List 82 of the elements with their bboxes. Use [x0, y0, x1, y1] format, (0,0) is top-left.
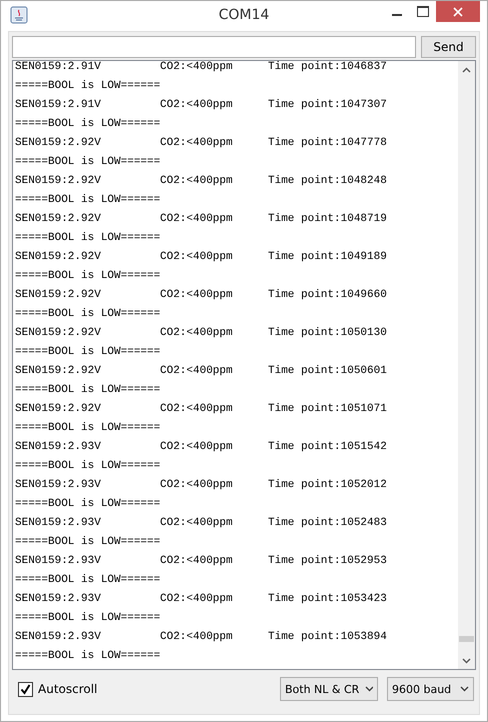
window-title: COM14 — [218, 7, 270, 23]
autoscroll-checkbox[interactable] — [18, 682, 33, 696]
sensor-reading: SEN0159:2.91V — [15, 99, 102, 111]
sensor-reading: SEN0159:2.92V — [15, 289, 102, 301]
co2-reading: CO2:<400ppm — [160, 441, 234, 453]
status-message: =====BOOL is LOW====== — [15, 460, 160, 472]
co2-reading: CO2:<400ppm — [160, 631, 234, 643]
status-message: =====BOOL is LOW====== — [15, 650, 160, 662]
co2-reading: CO2:<400ppm — [160, 289, 234, 301]
status-message: =====BOOL is LOW====== — [15, 270, 160, 282]
sensor-reading: SEN0159:2.92V — [15, 213, 102, 225]
status-message: =====BOOL is LOW====== — [15, 118, 160, 130]
caret-icon — [365, 686, 373, 692]
time-point: Time point:1051071 — [268, 403, 388, 415]
close-icon — [453, 6, 463, 16]
co2-reading: CO2:<400ppm — [160, 365, 234, 377]
co2-reading: CO2:<400ppm — [160, 213, 234, 225]
status-message: =====BOOL is LOW====== — [15, 232, 160, 244]
baud-rate-dropdown[interactable]: 9600 baud — [387, 677, 474, 701]
sensor-reading: SEN0159:2.92V — [15, 327, 102, 339]
status-message: =====BOOL is LOW====== — [15, 536, 160, 548]
autoscroll-label: Autoscroll — [38, 682, 98, 696]
time-point: Time point:1049660 — [268, 289, 388, 301]
minimize-icon — [392, 14, 402, 16]
send-field[interactable] — [12, 36, 416, 58]
sensor-reading: SEN0159:2.93V — [15, 441, 102, 453]
co2-reading: CO2:<400ppm — [160, 137, 234, 149]
co2-reading: CO2:<400ppm — [160, 175, 234, 187]
co2-reading: CO2:<400ppm — [160, 479, 234, 491]
time-point: Time point:1048248 — [268, 175, 388, 187]
sensor-reading: SEN0159:2.93V — [15, 479, 102, 491]
time-point: Time point:1046837 — [268, 61, 388, 73]
sensor-reading: SEN0159:2.92V — [15, 175, 102, 187]
app-icon — [10, 6, 28, 24]
time-point: Time point:1047307 — [268, 99, 388, 111]
time-point: Time point:1051542 — [268, 441, 388, 453]
status-message: =====BOOL is LOW====== — [15, 384, 160, 396]
maximize-icon — [417, 6, 429, 17]
co2-reading: CO2:<400ppm — [160, 327, 234, 339]
sensor-reading: SEN0159:2.92V — [15, 403, 102, 415]
sensor-reading: SEN0159:2.92V — [15, 251, 102, 263]
time-point: Time point:1052483 — [268, 517, 388, 529]
sensor-reading: SEN0159:2.93V — [15, 517, 102, 529]
co2-reading: CO2:<400ppm — [160, 517, 234, 529]
co2-reading: CO2:<400ppm — [160, 555, 234, 567]
co2-reading: CO2:<400ppm — [160, 251, 234, 263]
time-point: Time point:1050130 — [268, 327, 388, 339]
time-point: Time point:1053423 — [268, 593, 388, 605]
time-point: Time point:1052953 — [268, 555, 388, 567]
caret-icon — [460, 686, 469, 692]
time-point: Time point:1050601 — [268, 365, 388, 377]
send-button[interactable]: Send — [421, 36, 476, 58]
status-message: =====BOOL is LOW====== — [15, 346, 160, 358]
line-ending-dropdown[interactable]: Both NL & CR — [280, 677, 378, 701]
time-point: Time point:1052012 — [268, 479, 388, 491]
time-point: Time point:1048719 — [268, 213, 388, 225]
status-message: =====BOOL is LOW====== — [15, 156, 160, 168]
sensor-reading: SEN0159:2.91V — [15, 61, 102, 73]
status-message: =====BOOL is LOW====== — [15, 422, 160, 434]
sensor-reading: SEN0159:2.92V — [15, 365, 102, 377]
status-message: =====BOOL is LOW====== — [15, 498, 160, 510]
time-point: Time point:1053894 — [268, 631, 388, 643]
scroll-down-icon[interactable] — [462, 658, 471, 664]
sensor-reading: SEN0159:2.92V — [15, 137, 102, 149]
scroll-thumb[interactable] — [459, 636, 474, 642]
co2-reading: CO2:<400ppm — [160, 99, 234, 111]
time-point: Time point:1047778 — [268, 137, 388, 149]
status-message: =====BOOL is LOW====== — [15, 308, 160, 320]
scrollbar[interactable] — [458, 61, 475, 669]
status-message: =====BOOL is LOW====== — [15, 612, 160, 624]
scroll-up-icon[interactable] — [462, 67, 471, 73]
sensor-reading: SEN0159:2.93V — [15, 631, 102, 643]
sensor-reading: SEN0159:2.93V — [15, 555, 102, 567]
time-point: Time point:1049189 — [268, 251, 388, 263]
status-message: =====BOOL is LOW====== — [15, 80, 160, 92]
co2-reading: CO2:<400ppm — [160, 61, 234, 73]
status-message: =====BOOL is LOW====== — [15, 574, 160, 586]
sensor-reading: SEN0159:2.93V — [15, 593, 102, 605]
co2-reading: CO2:<400ppm — [160, 593, 234, 605]
status-message: =====BOOL is LOW====== — [15, 194, 160, 206]
close-button[interactable] — [436, 1, 480, 22]
co2-reading: CO2:<400ppm — [160, 403, 234, 415]
